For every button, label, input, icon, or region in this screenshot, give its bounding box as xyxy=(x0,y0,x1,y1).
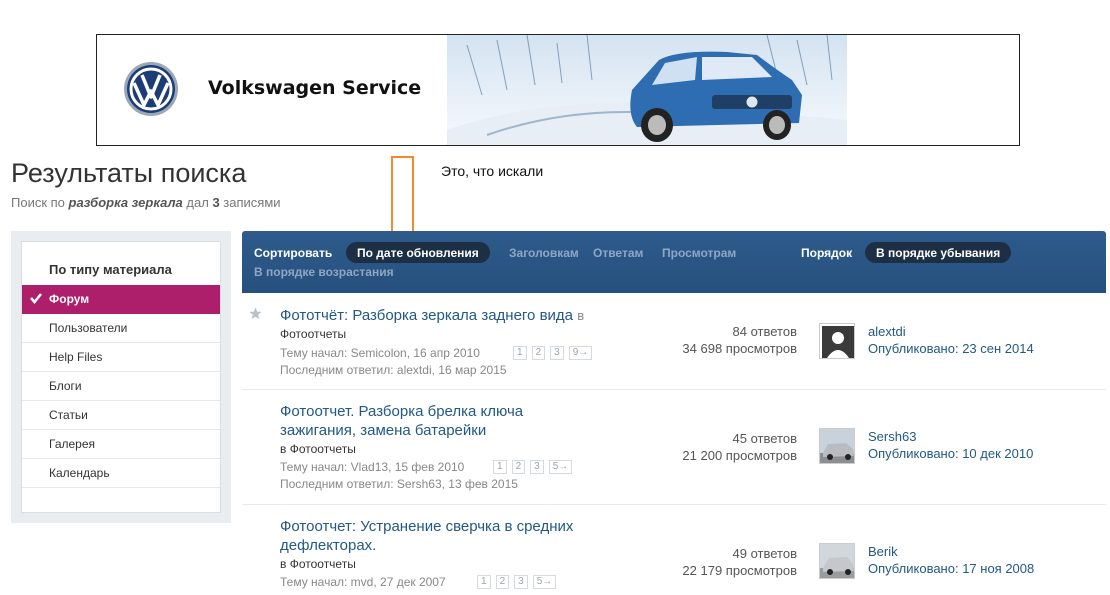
result-count: 3 xyxy=(212,195,220,210)
search-summary: Поиск по разборка зеркала дал 3 записями xyxy=(11,195,281,210)
result-row: Фотоотчет: Устранение сверчка в средних … xyxy=(242,505,1106,595)
star-icon[interactable] xyxy=(249,307,262,320)
view-count: 21 200 просмотров xyxy=(682,448,797,463)
order-ascending[interactable]: В порядке возрастания xyxy=(254,265,394,279)
result-row: Фототчёт: Разборка зеркала заднего вида … xyxy=(242,293,1106,390)
car-avatar-icon xyxy=(820,544,854,578)
reply-count: 84 ответов xyxy=(732,324,797,339)
page-title: Результаты поиска xyxy=(11,158,247,188)
sort-by-replies[interactable]: Ответам xyxy=(593,246,643,260)
result-row: Фотоотчет. Разборка брелка ключа зажиган… xyxy=(242,390,1106,505)
sidebar-item-calendar[interactable]: Календарь xyxy=(22,459,220,488)
author-link[interactable]: alextdi xyxy=(868,323,906,340)
topic-forum-link[interactable]: в Фотоотчеты xyxy=(280,557,356,571)
avatar[interactable] xyxy=(819,428,855,464)
topic-forum-link[interactable]: в Фотоотчеты xyxy=(280,442,356,456)
filter-sidebar: По типу материала Форум Пользователи Hel… xyxy=(11,231,231,523)
published-date: Опубликовано: 17 ноя 2008 xyxy=(868,561,1035,576)
published-date: Опубликовано: 10 дек 2010 xyxy=(868,446,1034,461)
topic-forum-link[interactable]: Фотоотчеты xyxy=(280,327,346,341)
sidebar-heading: По типу материала xyxy=(49,262,172,277)
avatar[interactable] xyxy=(819,543,855,579)
topic-stats: 49 ответов 22 179 просмотров xyxy=(662,545,797,579)
sort-by-update-date[interactable]: По дате обновления xyxy=(346,242,490,263)
view-count: 34 698 просмотров xyxy=(682,341,797,356)
topic-starter: Тему начал: Semicolon, 16 апр 2010 xyxy=(280,346,480,360)
car-illustration xyxy=(447,35,847,145)
topic-title-link[interactable]: Фототчёт: Разборка зеркала заднего вида xyxy=(280,307,573,324)
topic-stats: 45 ответов 21 200 просмотров xyxy=(662,430,797,464)
pagination: 1 2 3 5→ xyxy=(493,460,577,474)
page-link[interactable]: 5→ xyxy=(548,460,573,474)
last-reply: Последним ответил: Sersh63, 13 фев 2015 xyxy=(280,477,518,491)
reply-count: 49 ответов xyxy=(732,546,797,561)
author-link[interactable]: Sersh63 xyxy=(868,428,916,445)
avatar[interactable] xyxy=(819,323,855,359)
pagination: 1 2 3 5→ xyxy=(477,575,561,589)
reply-count: 45 ответов xyxy=(732,431,797,446)
sidebar-item-blogs[interactable]: Блоги xyxy=(22,372,220,401)
page-link[interactable]: 5→ xyxy=(532,575,557,589)
default-avatar-icon xyxy=(820,324,854,358)
sort-label: Сортировать xyxy=(254,246,333,260)
sidebar-item-forum[interactable]: Форум xyxy=(22,285,220,314)
search-query: разборка зеркала xyxy=(68,195,183,210)
car-avatar-icon xyxy=(820,429,854,463)
order-label: Порядок xyxy=(801,246,853,260)
sidebar-item-gallery[interactable]: Галерея xyxy=(22,430,220,459)
topic-starter: Тему начал: Vlad13, 15 фев 2010 xyxy=(280,460,465,474)
topic-stats: 84 ответов 34 698 просмотров xyxy=(662,323,797,357)
topic-title-link[interactable]: Фотоотчет: Устранение сверчка в средних … xyxy=(280,517,573,555)
pagination: 1 2 3 9→ xyxy=(513,346,597,360)
topic-starter: Тему начал: mvd, 27 дек 2007 xyxy=(280,575,446,589)
page-link[interactable]: 3 xyxy=(550,346,564,360)
volkswagen-logo xyxy=(124,62,178,116)
sidebar-item-articles[interactable]: Статьи xyxy=(22,401,220,430)
last-reply: Последним ответил: alextdi, 16 мар 2015 xyxy=(280,363,507,377)
sort-by-titles[interactable]: Заголовкам xyxy=(509,246,579,260)
page-link[interactable]: 3 xyxy=(514,575,528,589)
page-link[interactable]: 3 xyxy=(530,460,544,474)
topic-title-link[interactable]: Фотоотчет. Разборка брелка ключа зажиган… xyxy=(280,402,523,440)
page-link[interactable]: 2 xyxy=(531,346,546,360)
author-link[interactable]: Berik xyxy=(868,543,898,560)
check-icon xyxy=(30,293,42,304)
sort-by-views[interactable]: Просмотрам xyxy=(662,246,736,260)
site-banner[interactable]: Volkswagen Service xyxy=(96,34,1020,146)
page-link[interactable]: 1 xyxy=(513,346,527,360)
page-link[interactable]: 2 xyxy=(511,460,526,474)
published-date: Опубликовано: 23 сен 2014 xyxy=(868,341,1034,356)
banner-title: Volkswagen Service xyxy=(208,77,422,99)
sidebar-item-help-files[interactable]: Help Files xyxy=(22,343,220,372)
page-link[interactable]: 9→ xyxy=(568,346,593,360)
order-descending[interactable]: В порядке убывания xyxy=(865,242,1012,263)
sort-bar: Сортировать По дате обновления Заголовка… xyxy=(242,231,1106,293)
page-link[interactable]: 1 xyxy=(477,575,491,589)
results-panel: Сортировать По дате обновления Заголовка… xyxy=(242,231,1106,595)
page-link[interactable]: 1 xyxy=(493,460,507,474)
page-link[interactable]: 2 xyxy=(495,575,510,589)
view-count: 22 179 просмотров xyxy=(682,563,797,578)
annotation-text: Это, что искали xyxy=(441,163,544,179)
sidebar-item-users[interactable]: Пользователи xyxy=(22,314,220,343)
